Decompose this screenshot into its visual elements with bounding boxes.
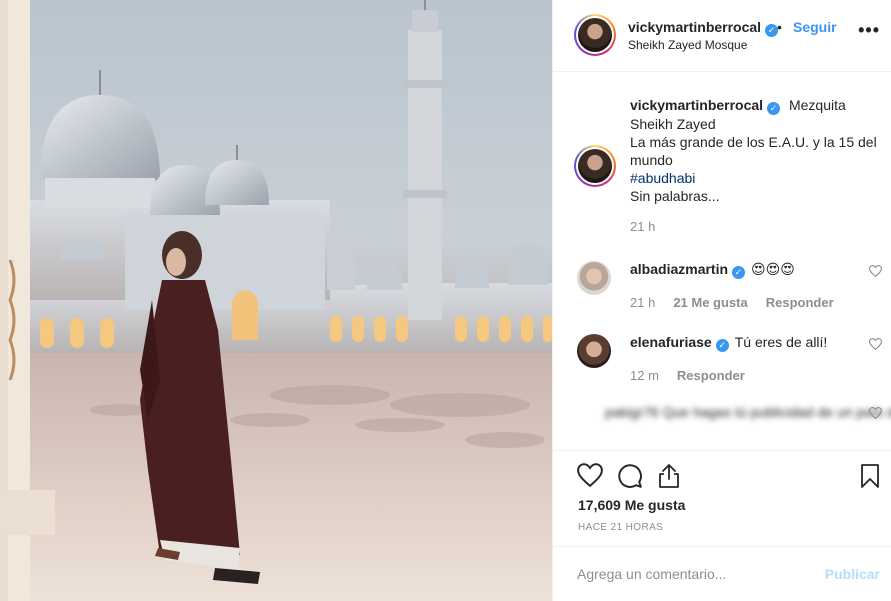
share-icon[interactable] [657, 463, 681, 489]
reply-button[interactable]: Responder [766, 295, 834, 310]
like-comment-heart-icon[interactable] [869, 338, 882, 350]
comment-timestamp[interactable]: 12 m [630, 368, 659, 383]
more-options-icon[interactable]: ••• [858, 20, 880, 41]
follow-button[interactable]: Seguir [793, 19, 837, 35]
avatar[interactable] [577, 334, 611, 368]
caption-avatar-ring[interactable] [574, 145, 616, 187]
comment-icon[interactable] [617, 463, 643, 489]
post-photo[interactable] [0, 0, 552, 601]
avatar[interactable] [577, 261, 611, 295]
post-sidebar: vickymartinberrocal ✓ • Seguir Sheikh Zay… [552, 0, 891, 601]
comment-item-blurred: pakigr76 Que hagas tú publicidad de un p… [577, 403, 891, 450]
comment-timestamp[interactable]: 21 h [630, 295, 655, 310]
author-username[interactable]: vickymartinberrocal ✓ [628, 19, 779, 37]
separator-dot: • [777, 19, 782, 35]
caption-line: La más grande de los E.A.U. y la 15 del … [630, 134, 877, 168]
comment-username[interactable]: elenafuriase ✓ [630, 334, 729, 352]
avatar[interactable] [578, 149, 612, 183]
comment-body: 😍😍😍 [751, 261, 795, 277]
post-comment-button[interactable]: Publicar [825, 566, 880, 582]
caption-username[interactable]: vickymartinberrocal ✓ [630, 97, 784, 115]
heart-icon[interactable] [577, 463, 603, 487]
caption-text: vickymartinberrocal ✓ Mezquita Sheikh Zay… [630, 96, 890, 205]
bookmark-icon[interactable] [860, 463, 880, 489]
verified-badge-icon: ✓ [715, 339, 729, 352]
comment-meta: 12 m Responder [630, 368, 745, 383]
hashtag-link[interactable]: #abudhabi [630, 170, 695, 186]
avatar[interactable] [578, 18, 612, 52]
post-timestamp[interactable]: HACE 21 HORAS [578, 522, 663, 533]
caption-line: Sin palabras... [630, 188, 720, 204]
likes-count[interactable]: 17,609 Me gusta [578, 497, 685, 513]
post-actions: 17,609 Me gusta HACE 21 HORAS [553, 450, 891, 546]
comment-input[interactable] [577, 563, 807, 585]
like-comment-heart-icon[interactable] [869, 407, 882, 419]
mosque-photo-illustration [0, 0, 552, 601]
location-link[interactable]: Sheikh Zayed Mosque [628, 38, 747, 52]
post-header: vickymartinberrocal ✓ • Seguir Sheikh Zay… [553, 0, 891, 72]
caption-timestamp[interactable]: 21 h [630, 219, 655, 234]
reply-button[interactable]: Responder [677, 368, 745, 383]
comment-likes[interactable]: 21 Me gusta [673, 295, 747, 310]
comments-list[interactable]: vickymartinberrocal ✓ Mezquita Sheikh Zay… [553, 73, 891, 450]
comment-text: elenafuriase ✓ Tú eres de allí! [630, 334, 827, 352]
comment-text: albadiazmartin ✓ 😍😍😍 [630, 261, 795, 279]
comment-body: Tú eres de allí! [734, 334, 828, 350]
verified-badge-icon: ✓ [767, 102, 781, 115]
comment-username[interactable]: albadiazmartin ✓ [630, 261, 746, 279]
add-comment-bar: Publicar [553, 546, 891, 601]
verified-badge-icon: ✓ [732, 266, 746, 279]
comment-body-blurred: pakigr76 Que hagas tú publicidad de un p… [605, 404, 891, 420]
author-avatar-ring[interactable] [574, 14, 616, 56]
comment-item: albadiazmartin ✓ 😍😍😍 21 h 21 Me gusta Respon… [577, 261, 887, 321]
like-comment-heart-icon[interactable] [869, 265, 882, 277]
comment-item: elenafuriase ✓ Tú eres de allí! 12 m Respon… [577, 334, 887, 394]
comment-meta: 21 h 21 Me gusta Responder [630, 295, 834, 310]
